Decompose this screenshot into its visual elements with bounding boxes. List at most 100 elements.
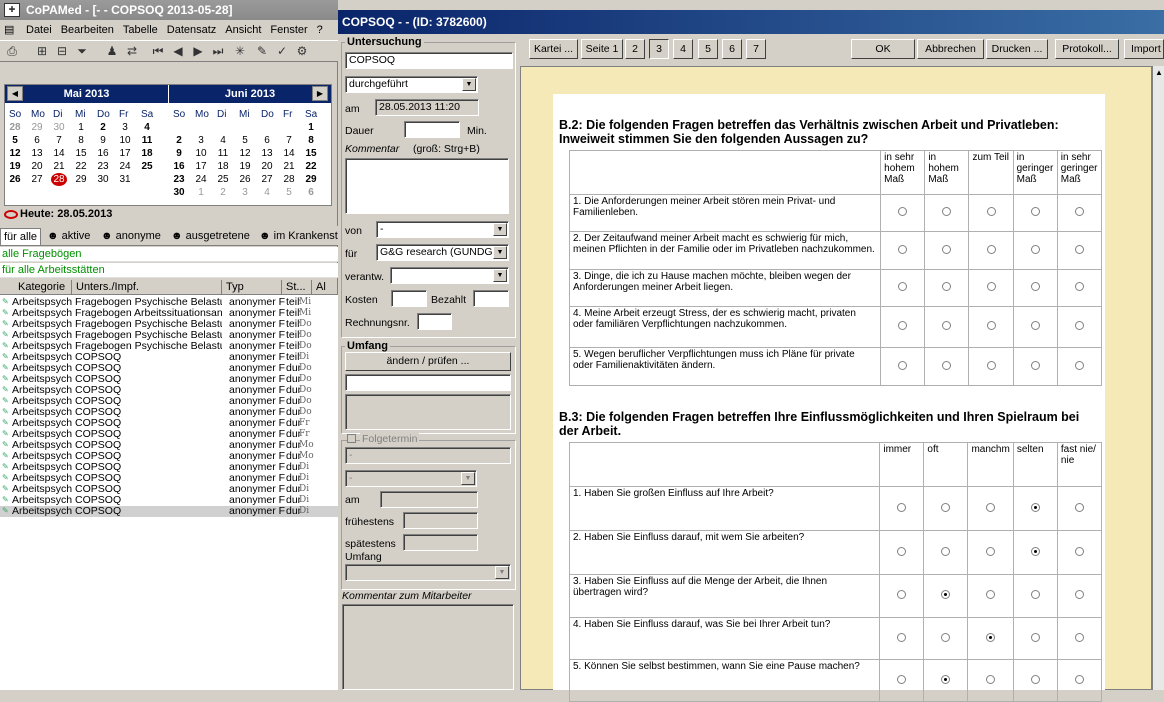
list-item[interactable]: ✎Arbeitspsych COPSOQ anonymer FBdurchDo	[0, 363, 338, 374]
calendar-day[interactable]: 17	[193, 160, 209, 173]
calendar-day[interactable]: 4	[259, 186, 275, 199]
calendar-day[interactable]: 12	[7, 147, 23, 160]
answer-radio[interactable]	[986, 321, 996, 330]
calendar-day[interactable]: 1	[193, 186, 209, 199]
answer-radio[interactable]	[986, 546, 996, 556]
calendar-day[interactable]: 2	[215, 186, 231, 199]
list-item[interactable]: ✎ Arbeitspsych Fragebogen Psychische Bela…	[0, 330, 338, 341]
chevron-down-icon[interactable]: ▼	[493, 269, 507, 282]
answer-radio[interactable]	[942, 321, 952, 330]
list-item[interactable]: ✎Arbeitspsych COPSOQ anonymer FBteilw.Di	[0, 352, 338, 363]
calendar-day[interactable]: 10	[117, 134, 133, 147]
replace-icon[interactable]: ⇄	[124, 44, 140, 59]
answer-radio[interactable]	[898, 244, 908, 254]
answer-radio[interactable]	[1030, 244, 1040, 254]
calendar-day[interactable]: 18	[215, 160, 231, 173]
calendar-day[interactable]: 9	[95, 134, 111, 147]
calendar-day[interactable]: 8	[303, 134, 319, 147]
import-button[interactable]: Import	[1124, 39, 1164, 59]
calendar-day[interactable]: 29	[303, 173, 319, 186]
col-typ[interactable]: Typ	[222, 280, 282, 295]
col-al[interactable]: Al	[312, 280, 338, 295]
calendar-day[interactable]: 21	[51, 160, 67, 173]
bezahlt-field[interactable]	[473, 290, 509, 307]
filter-icon[interactable]: ⊞	[34, 44, 50, 59]
answer-radio[interactable]	[1074, 282, 1084, 291]
answer-radio[interactable]	[1074, 207, 1084, 216]
answer-radio[interactable]	[1030, 282, 1040, 291]
list-item[interactable]: ✎ Arbeitspsych Fragebogen Psychische Bela…	[0, 297, 338, 308]
calendar-day[interactable]: 30	[171, 186, 187, 199]
calendar-day[interactable]: 28	[281, 173, 297, 186]
tab-ausgetretene[interactable]: ☻ ausgetretene	[168, 228, 253, 245]
answer-radio[interactable]	[1074, 590, 1084, 599]
menu-fenster[interactable]: Fenster	[270, 24, 307, 36]
calendar-day[interactable]: 24	[193, 173, 209, 186]
calendar-day[interactable]: 6	[303, 186, 319, 199]
list-item[interactable]: ✎Arbeitspsych COPSOQ anonymer FBdurchFr	[0, 429, 338, 440]
calendar-day[interactable]: 2	[95, 121, 111, 134]
calendar-day[interactable]: 9	[171, 147, 187, 160]
kosten-field[interactable]	[391, 290, 427, 307]
calendar-day[interactable]: 8	[73, 134, 89, 147]
calendar-day[interactable]: 30	[95, 173, 111, 186]
verantw-select[interactable]: ▼	[390, 267, 509, 284]
answer-radio[interactable]	[1030, 674, 1040, 684]
answer-radio[interactable]	[942, 244, 952, 254]
kommentar-textarea[interactable]	[345, 158, 509, 214]
folgetermin-checkbox[interactable]	[347, 434, 356, 443]
calendar-day[interactable]: 5	[237, 134, 253, 147]
calendar-day[interactable]: 12	[237, 147, 253, 160]
calendar-day[interactable]: 14	[51, 147, 67, 160]
answer-radio[interactable]	[942, 360, 952, 370]
answer-radio[interactable]	[986, 674, 996, 684]
list-item[interactable]: ✎Arbeitspsych COPSOQ anonymer FBdurchDo	[0, 396, 338, 407]
list-item[interactable]: ✎Arbeitspsych COPSOQ anonymer FBdurchMo	[0, 440, 338, 451]
calendar-day[interactable]: 21	[281, 160, 297, 173]
status-select[interactable]: durchgeführt ▼	[345, 76, 478, 93]
tool-icon[interactable]: ⚙	[294, 44, 310, 59]
am-field[interactable]: 28.05.2013 11:20	[375, 99, 479, 116]
answer-radio[interactable]	[986, 502, 996, 512]
list-item[interactable]: ✎Arbeitspsych COPSOQ anonymer FBdurchDo	[0, 374, 338, 385]
menu-datei[interactable]: Datei	[26, 24, 52, 36]
calendar-day[interactable]: 7	[51, 134, 67, 147]
aendern-pruefen-button[interactable]: ändern / prüfen ...	[345, 352, 511, 371]
answer-radio[interactable]	[897, 590, 907, 599]
tab-seite-6[interactable]: 6	[722, 39, 742, 59]
list-item[interactable]: ✎Arbeitspsych COPSOQ anonymer FBdurchDi	[0, 495, 338, 506]
col-unters[interactable]: Unters./Impf.	[72, 280, 222, 295]
answer-radio[interactable]	[1030, 546, 1040, 556]
list-item[interactable]: ✎ Arbeitspsych Fragebogen Psychische Bela…	[0, 341, 338, 352]
answer-radio[interactable]	[1030, 207, 1040, 216]
calendar-day[interactable]: 11	[215, 147, 231, 160]
answer-radio[interactable]	[986, 282, 996, 291]
calendar-day[interactable]: 22	[303, 160, 319, 173]
list-item[interactable]: ✎Arbeitspsych COPSOQ anonymer FBdurchFr	[0, 418, 338, 429]
dauer-field[interactable]	[404, 121, 460, 138]
calendar-day[interactable]: 20	[29, 160, 45, 173]
answer-radio[interactable]	[1074, 321, 1084, 330]
protokoll-button[interactable]: Protokoll...	[1055, 39, 1119, 59]
calendar-day[interactable]: 17	[117, 147, 133, 160]
calendar-day[interactable]: 3	[193, 134, 209, 147]
answer-radio[interactable]	[941, 502, 951, 512]
answer-radio[interactable]	[986, 244, 996, 254]
tab-seite-2[interactable]: 2	[625, 39, 645, 59]
answer-radio[interactable]	[941, 590, 951, 599]
answer-radio[interactable]	[1074, 546, 1084, 556]
answer-radio[interactable]	[1074, 632, 1084, 642]
calendar-day[interactable]: 26	[237, 173, 253, 186]
calendar-day[interactable]: 18	[139, 147, 155, 160]
filter2-icon[interactable]: ⊟	[54, 44, 70, 59]
calendar-day[interactable]: 15	[303, 147, 319, 160]
answer-radio[interactable]	[1030, 632, 1040, 642]
calendar-day[interactable]: 4	[139, 121, 155, 134]
list-item[interactable]: ✎Arbeitspsych COPSOQ anonymer FBdurchDo	[0, 407, 338, 418]
last-record-icon[interactable]: ⏭	[210, 44, 226, 59]
menu-help[interactable]: ?	[317, 24, 323, 36]
tab-krankenstand[interactable]: ☻ im Krankenstand	[256, 228, 338, 245]
menu-tabelle[interactable]: Tabelle	[123, 24, 158, 36]
calendar-day[interactable]: 20	[259, 160, 275, 173]
print-icon[interactable]: ⎙	[4, 44, 20, 59]
